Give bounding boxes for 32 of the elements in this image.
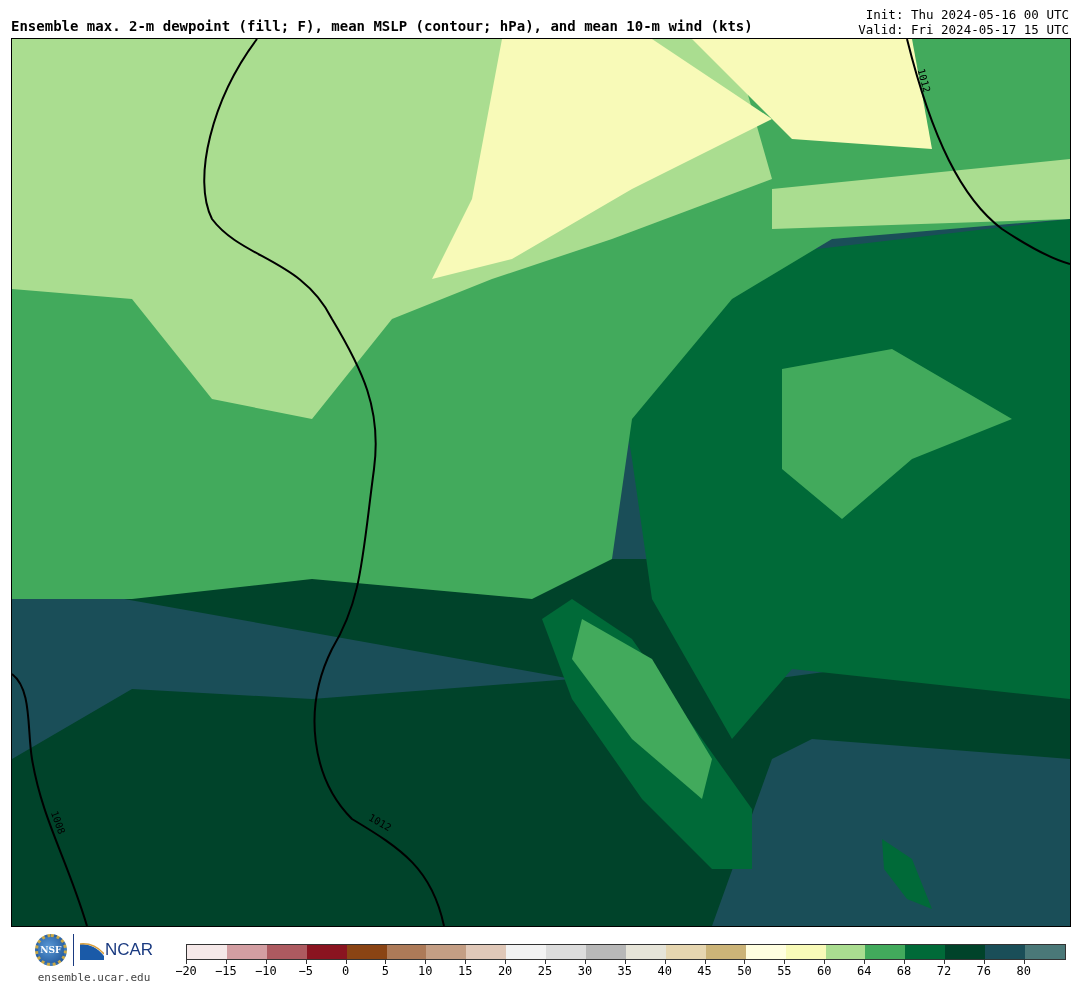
- tick-label: 45: [697, 964, 712, 978]
- isobar-label: 1012: [366, 811, 394, 834]
- tick-label: 25: [537, 964, 553, 978]
- tick-label: 40: [657, 964, 672, 978]
- chart-title: Ensemble max. 2-m dewpoint (fill; F), mean MSLP (contour; hPa), and mean 10-m wind (kts): [11, 18, 753, 36]
- tick-label: −20: [175, 964, 197, 978]
- tick-label: 10: [418, 964, 433, 978]
- tick-label: 50: [737, 964, 752, 978]
- tick-label: 0: [341, 964, 350, 978]
- nsf-logo: NSF: [34, 934, 67, 966]
- tick-label: 68: [896, 964, 912, 978]
- tick-label: −15: [215, 964, 237, 978]
- swoosh-icon: [79, 942, 104, 960]
- tick-label: 60: [817, 964, 832, 978]
- tick-label: 15: [458, 964, 473, 978]
- tick-label: 30: [577, 964, 593, 978]
- tick-label: 20: [497, 964, 513, 978]
- tick-label: 64: [856, 964, 872, 978]
- ncar-logo: NCAR: [79, 940, 154, 960]
- site-url: ensemble.ucar.edu: [37, 971, 151, 984]
- isobar-label: 1008: [48, 809, 68, 836]
- tick-label: −10: [254, 964, 277, 978]
- tick-label: −5: [298, 964, 313, 978]
- valid-time: Valid: Fri 2024-05-17 15 UTC: [858, 22, 1069, 37]
- tick-label: 76: [976, 964, 992, 978]
- tick-label: 35: [617, 964, 632, 978]
- init-time: Init: Thu 2024-05-16 00 UTC: [865, 7, 1069, 22]
- tick-label: 80: [1016, 964, 1031, 978]
- isobar-label: 1012: [915, 67, 933, 94]
- tick-label: 5: [381, 964, 390, 978]
- tick-label: 55: [777, 964, 792, 978]
- tick-label: 72: [936, 964, 952, 978]
